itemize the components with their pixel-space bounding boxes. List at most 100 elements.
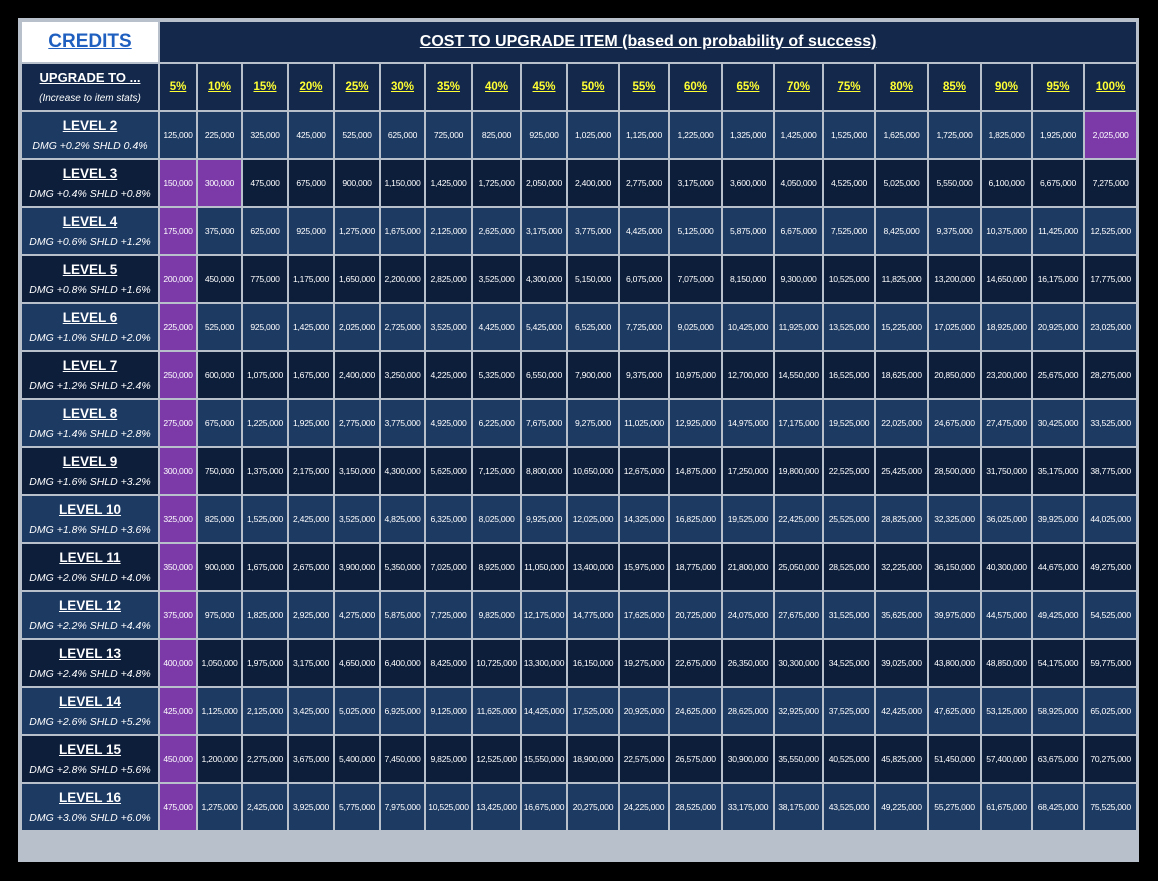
- level-name: LEVEL 2: [62, 118, 118, 133]
- cost-cell: 6,925,000: [379, 686, 426, 736]
- cost-cell: 4,300,000: [520, 254, 568, 304]
- cost-cell: 32,325,000: [927, 494, 982, 544]
- level-name: LEVEL 4: [62, 214, 118, 229]
- cost-cell: 8,425,000: [424, 638, 473, 688]
- cost-cell: 20,925,000: [618, 686, 670, 736]
- cost-cell: 25,525,000: [822, 494, 876, 544]
- cost-cell: 8,425,000: [874, 206, 929, 256]
- cost-cell: 6,075,000: [618, 254, 670, 304]
- cost-cell: 9,375,000: [927, 206, 982, 256]
- upgrade-to-label: UPGRADE TO ...: [39, 70, 141, 85]
- cost-cell: 900,000: [196, 542, 243, 592]
- cost-cell: 13,400,000: [566, 542, 620, 592]
- level-header: LEVEL 13 DMG +2.4% SHLD +4.8%: [20, 638, 160, 688]
- cost-cell: 5,550,000: [927, 158, 982, 208]
- cost-cell: 19,525,000: [822, 398, 876, 448]
- cost-cell: 1,975,000: [241, 638, 289, 688]
- cost-cell: 675,000: [287, 158, 335, 208]
- cost-cell: 30,900,000: [721, 734, 775, 784]
- cost-cell: 20,850,000: [927, 350, 982, 400]
- cost-cell: 7,725,000: [424, 590, 473, 640]
- cost-cell: 23,025,000: [1082, 302, 1139, 352]
- percent-header: 25%: [333, 62, 381, 112]
- level-name: LEVEL 8: [62, 406, 118, 421]
- cost-cell: 12,525,000: [1082, 206, 1139, 256]
- cost-cell: 325,000: [158, 494, 198, 544]
- cost-cell: 1,925,000: [1031, 110, 1085, 160]
- cost-cell: 2,825,000: [424, 254, 473, 304]
- cost-cell: 2,175,000: [287, 446, 335, 496]
- cost-cell: 1,125,000: [196, 686, 243, 736]
- level-header: LEVEL 8 DMG +1.4% SHLD +2.8%: [20, 398, 160, 448]
- level-row: LEVEL 3 DMG +0.4% SHLD +0.8% 150,000 300,00…: [20, 158, 1139, 208]
- cost-cell: 5,325,000: [471, 350, 522, 400]
- percent-header: 55%: [618, 62, 670, 112]
- table-title: COST TO UPGRADE ITEM (based on probabili…: [157, 20, 1139, 64]
- cost-cell: 17,025,000: [927, 302, 982, 352]
- cost-cell: 2,625,000: [471, 206, 522, 256]
- cost-cell: 400,000: [158, 638, 198, 688]
- cost-cell: 3,150,000: [333, 446, 381, 496]
- cost-cell: 7,275,000: [1082, 158, 1139, 208]
- cost-cell: 61,675,000: [980, 782, 1033, 832]
- cost-cell: 39,925,000: [1031, 494, 1085, 544]
- level-header: LEVEL 3 DMG +0.4% SHLD +0.8%: [20, 158, 160, 208]
- percent-header: 35%: [424, 62, 473, 112]
- cost-cell: 475,000: [158, 782, 198, 832]
- cost-cell: 17,625,000: [618, 590, 670, 640]
- cost-cell: 30,425,000: [1031, 398, 1085, 448]
- level-stats: DMG +0.4% SHLD +0.8%: [29, 188, 151, 200]
- cost-cell: 425,000: [158, 686, 198, 736]
- upgrade-to-sublabel: (Increase to item stats): [39, 93, 141, 104]
- cost-cell: 1,725,000: [927, 110, 982, 160]
- level-name: LEVEL 7: [62, 358, 118, 373]
- cost-cell: 3,175,000: [520, 206, 568, 256]
- cost-cell: 2,400,000: [566, 158, 620, 208]
- cost-cell: 20,925,000: [1031, 302, 1085, 352]
- percent-header: 95%: [1031, 62, 1085, 112]
- level-row: LEVEL 12 DMG +2.2% SHLD +4.4% 375,000 975,0…: [20, 590, 1139, 640]
- cost-cell: 10,375,000: [980, 206, 1033, 256]
- cost-cell: 4,925,000: [424, 398, 473, 448]
- cost-cell: 3,600,000: [721, 158, 775, 208]
- credits-link[interactable]: CREDITS: [20, 20, 160, 64]
- upgrade-cost-sheet: CREDITS COST TO UPGRADE ITEM (based on p…: [18, 18, 1139, 862]
- percent-header: 85%: [927, 62, 982, 112]
- cost-cell: 39,025,000: [874, 638, 929, 688]
- cost-cell: 15,550,000: [520, 734, 568, 784]
- cost-cell: 21,800,000: [721, 542, 775, 592]
- cost-cell: 350,000: [158, 542, 198, 592]
- cost-cell: 14,775,000: [566, 590, 620, 640]
- cost-cell: 625,000: [379, 110, 426, 160]
- upgrade-to-header: UPGRADE TO ... (Increase to item stats): [20, 62, 160, 112]
- cost-cell: 17,175,000: [773, 398, 824, 448]
- cost-cell: 22,575,000: [618, 734, 670, 784]
- cost-cell: 925,000: [287, 206, 335, 256]
- percent-header: 5%: [158, 62, 198, 112]
- cost-cell: 13,300,000: [520, 638, 568, 688]
- cost-cell: 600,000: [196, 350, 243, 400]
- level-stats: DMG +0.6% SHLD +1.2%: [29, 236, 151, 248]
- cost-cell: 75,525,000: [1082, 782, 1139, 832]
- cost-cell: 44,025,000: [1082, 494, 1139, 544]
- percent-header: 100%: [1082, 62, 1139, 112]
- cost-cell: 14,650,000: [980, 254, 1033, 304]
- cost-cell: 1,150,000: [379, 158, 426, 208]
- cost-cell: 125,000: [158, 110, 198, 160]
- level-row: LEVEL 10 DMG +1.8% SHLD +3.6% 325,000 825,0…: [20, 494, 1139, 544]
- cost-cell: 28,500,000: [927, 446, 982, 496]
- level-name: LEVEL 5: [62, 262, 118, 277]
- cost-cell: 2,125,000: [424, 206, 473, 256]
- level-stats: DMG +2.0% SHLD +4.0%: [29, 572, 151, 584]
- cost-cell: 26,350,000: [721, 638, 775, 688]
- cost-cell: 4,425,000: [618, 206, 670, 256]
- cost-cell: 8,925,000: [471, 542, 522, 592]
- percent-header: 50%: [566, 62, 620, 112]
- cost-cell: 18,925,000: [980, 302, 1033, 352]
- cost-cell: 11,825,000: [874, 254, 929, 304]
- cost-cell: 40,525,000: [822, 734, 876, 784]
- cost-cell: 1,425,000: [424, 158, 473, 208]
- level-name: LEVEL 6: [62, 310, 118, 325]
- cost-cell: 2,775,000: [618, 158, 670, 208]
- cost-cell: 16,150,000: [566, 638, 620, 688]
